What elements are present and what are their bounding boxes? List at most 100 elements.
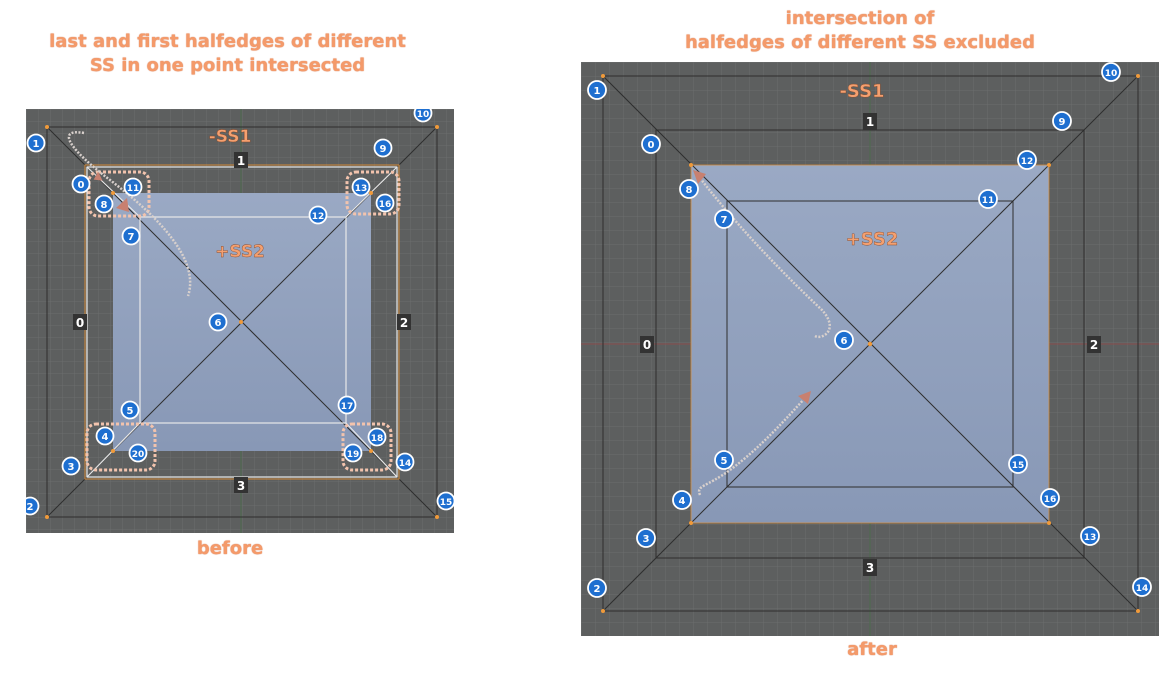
edge-label: 3 bbox=[863, 559, 877, 576]
halfedge-badge: 9 bbox=[1052, 111, 1072, 131]
svg-text:0: 0 bbox=[643, 338, 651, 352]
halfedge-badge: 2 bbox=[587, 578, 607, 598]
svg-text:20: 20 bbox=[132, 450, 145, 460]
svg-text:18: 18 bbox=[371, 434, 384, 444]
ss1-label: -SS1 bbox=[209, 127, 252, 147]
svg-text:11: 11 bbox=[982, 196, 995, 206]
svg-text:8: 8 bbox=[686, 185, 693, 196]
svg-text:16: 16 bbox=[379, 200, 392, 210]
svg-text:1: 1 bbox=[33, 139, 40, 150]
right-heading-line-2: halfedges of different SS excluded bbox=[684, 32, 1036, 53]
svg-text:2: 2 bbox=[1090, 338, 1098, 352]
svg-text:4: 4 bbox=[102, 432, 109, 443]
halfedge-badge: 6 bbox=[834, 330, 854, 350]
halfedge-badge: 1 bbox=[587, 80, 607, 100]
halfedge-badge: 12 bbox=[308, 205, 328, 225]
svg-text:9: 9 bbox=[1059, 117, 1066, 128]
svg-text:3: 3 bbox=[237, 479, 245, 493]
left-heading-line-2: SS in one point intersected bbox=[89, 55, 366, 76]
svg-text:19: 19 bbox=[347, 450, 360, 460]
halfedge-badge: 5 bbox=[120, 400, 140, 420]
halfedge-badge: 3 bbox=[61, 456, 81, 476]
left-viewport: -SS1 +SS2 1 0 2 3 0 1 2 3 4 5 6 7 8 9 10… bbox=[26, 109, 454, 533]
svg-text:3: 3 bbox=[643, 534, 650, 545]
halfedge-badge: 8 bbox=[94, 194, 114, 214]
ss2-label: +SS2 bbox=[846, 229, 899, 250]
svg-text:14: 14 bbox=[1136, 584, 1149, 594]
svg-text:1: 1 bbox=[594, 86, 601, 97]
svg-text:3: 3 bbox=[866, 561, 874, 575]
svg-text:13: 13 bbox=[1084, 533, 1097, 543]
right-viewport: -SS1 +SS2 1 0 2 3 0 1 2 3 4 5 6 7 8 9 10… bbox=[581, 62, 1159, 636]
halfedge-badge: 9 bbox=[373, 138, 393, 158]
svg-text:7: 7 bbox=[721, 215, 728, 226]
halfedge-badge: 15 bbox=[1008, 454, 1028, 474]
halfedge-badge: 3 bbox=[636, 528, 656, 548]
halfedge-badge: 0 bbox=[641, 134, 661, 154]
edge-label: 2 bbox=[397, 314, 411, 330]
svg-text:1: 1 bbox=[866, 115, 874, 129]
ss2-label: +SS2 bbox=[215, 242, 265, 262]
edge-label: 0 bbox=[73, 314, 87, 330]
halfedge-badge: 12 bbox=[1017, 150, 1037, 170]
halfedge-badge: 14 bbox=[395, 452, 415, 472]
svg-text:14: 14 bbox=[399, 459, 412, 469]
halfedge-badge: 4 bbox=[95, 426, 115, 446]
svg-text:2: 2 bbox=[27, 502, 34, 513]
edge-label: 3 bbox=[234, 477, 248, 493]
svg-text:0: 0 bbox=[648, 140, 655, 151]
halfedge-badge: 11 bbox=[123, 177, 143, 197]
edge-label: 0 bbox=[640, 336, 654, 353]
left-heading: last and first halfedges of different SS… bbox=[40, 30, 415, 78]
halfedge-badge: 13 bbox=[351, 177, 371, 197]
svg-text:7: 7 bbox=[128, 232, 135, 243]
right-heading: intersection of halfedges of different S… bbox=[660, 7, 1060, 55]
halfedge-badge: 4 bbox=[672, 490, 692, 510]
halfedge-badge: 8 bbox=[679, 179, 699, 199]
halfedge-badge: 14 bbox=[1132, 577, 1152, 597]
halfedge-badge: 7 bbox=[714, 209, 734, 229]
svg-text:17: 17 bbox=[341, 402, 354, 412]
svg-text:6: 6 bbox=[215, 318, 222, 329]
right-heading-line-1: intersection of bbox=[785, 8, 935, 29]
svg-text:3: 3 bbox=[68, 462, 75, 473]
left-heading-line-1: last and first halfedges of different bbox=[49, 31, 406, 52]
svg-text:9: 9 bbox=[380, 144, 387, 155]
svg-text:13: 13 bbox=[355, 184, 368, 194]
edge-label: 1 bbox=[863, 113, 877, 130]
svg-text:1: 1 bbox=[237, 154, 245, 168]
svg-text:15: 15 bbox=[1012, 461, 1025, 471]
edge-label: 2 bbox=[1087, 336, 1101, 353]
halfedge-badge: 16 bbox=[1040, 488, 1060, 508]
halfedge-badge: 5 bbox=[714, 450, 734, 470]
svg-text:6: 6 bbox=[841, 336, 848, 347]
svg-text:12: 12 bbox=[1021, 157, 1034, 167]
halfedge-badge: 10 bbox=[413, 109, 433, 123]
right-footer: after bbox=[847, 639, 897, 660]
svg-text:2: 2 bbox=[400, 316, 408, 330]
left-footer: before bbox=[196, 538, 264, 559]
halfedge-badge: 16 bbox=[375, 193, 395, 213]
halfedge-badge: 13 bbox=[1080, 526, 1100, 546]
halfedge-badge: 17 bbox=[337, 395, 357, 415]
halfedge-badge: 1 bbox=[26, 133, 46, 153]
halfedge-badge: 11 bbox=[978, 189, 998, 209]
svg-text:10: 10 bbox=[417, 110, 430, 120]
halfedge-badge: 19 bbox=[343, 443, 363, 463]
halfedge-badge: 10 bbox=[1101, 62, 1121, 82]
svg-text:12: 12 bbox=[312, 212, 325, 222]
svg-text:10: 10 bbox=[1105, 69, 1118, 79]
halfedge-badge: 6 bbox=[208, 312, 228, 332]
halfedge-badge: 2 bbox=[26, 496, 40, 516]
svg-text:5: 5 bbox=[127, 406, 134, 417]
svg-text:2: 2 bbox=[594, 584, 601, 595]
svg-text:4: 4 bbox=[679, 496, 686, 507]
halfedge-badge: 0 bbox=[71, 174, 91, 194]
edge-label: 1 bbox=[234, 152, 248, 168]
svg-text:8: 8 bbox=[101, 200, 108, 211]
svg-text:0: 0 bbox=[76, 316, 84, 330]
svg-text:15: 15 bbox=[440, 498, 453, 508]
halfedge-badge: 7 bbox=[121, 226, 141, 246]
ss1-label: -SS1 bbox=[839, 81, 884, 102]
svg-text:0: 0 bbox=[78, 180, 85, 191]
